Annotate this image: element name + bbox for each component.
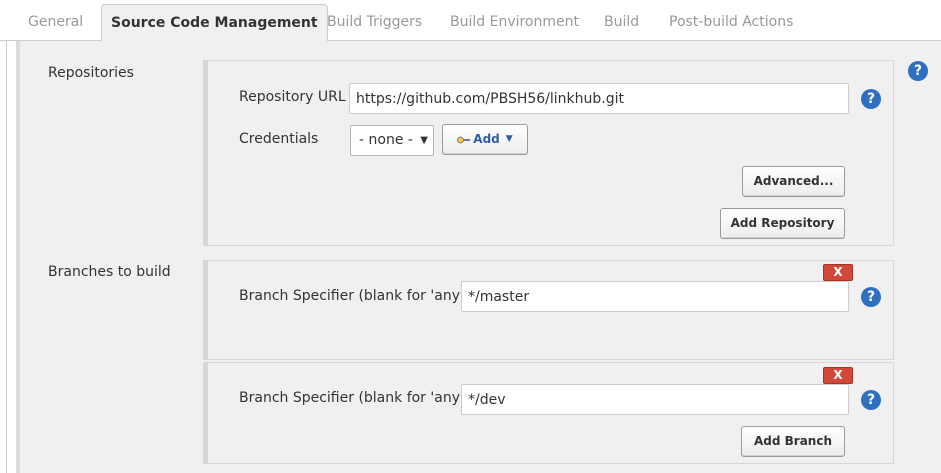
branch-specifier-input-1[interactable] — [461, 281, 849, 312]
select-arrow-icon: ▼ — [420, 135, 428, 146]
delete-branch-button-1[interactable]: X — [823, 264, 853, 281]
delete-branch-button-2[interactable]: X — [823, 367, 853, 384]
advanced-button[interactable]: Advanced... — [742, 166, 845, 197]
tab-general[interactable]: General — [28, 4, 83, 41]
tab-source-code-management[interactable]: Source Code Management — [101, 4, 328, 42]
tab-build[interactable]: Build — [604, 4, 639, 41]
branch-specifier-label-1: Branch Specifier (blank for 'any') — [239, 288, 470, 304]
credentials-selected-value: - none - — [359, 132, 413, 148]
add-credentials-button[interactable]: Add ▼ — [442, 124, 528, 155]
tab-build-environment[interactable]: Build Environment — [450, 4, 579, 41]
credentials-select[interactable]: - none - ▼ — [350, 125, 434, 156]
caret-down-icon: ▼ — [505, 134, 513, 144]
repositories-help-icon[interactable]: ? — [908, 61, 928, 81]
repositories-label: Repositories — [48, 65, 134, 81]
repository-url-input[interactable] — [349, 83, 849, 114]
branch-specifier-label-2: Branch Specifier (blank for 'any') — [239, 390, 470, 406]
key-icon — [457, 136, 471, 143]
repository-url-label: Repository URL — [239, 89, 346, 105]
credentials-label: Credentials — [239, 131, 319, 147]
tab-bar: General Source Code Management Build Tri… — [0, 0, 941, 42]
add-branch-button[interactable]: Add Branch — [741, 426, 845, 457]
branch-specifier-help-icon-2[interactable]: ? — [861, 390, 881, 410]
tab-post-build-actions[interactable]: Post-build Actions — [669, 4, 793, 41]
branch-specifier-input-2[interactable] — [461, 384, 849, 415]
branch-specifier-help-icon-1[interactable]: ? — [861, 287, 881, 307]
branches-to-build-label: Branches to build — [48, 264, 171, 280]
add-repository-button[interactable]: Add Repository — [720, 208, 845, 239]
repository-url-help-icon[interactable]: ? — [861, 89, 881, 109]
tab-build-triggers[interactable]: Build Triggers — [327, 4, 422, 41]
add-credentials-label: Add — [473, 132, 500, 146]
